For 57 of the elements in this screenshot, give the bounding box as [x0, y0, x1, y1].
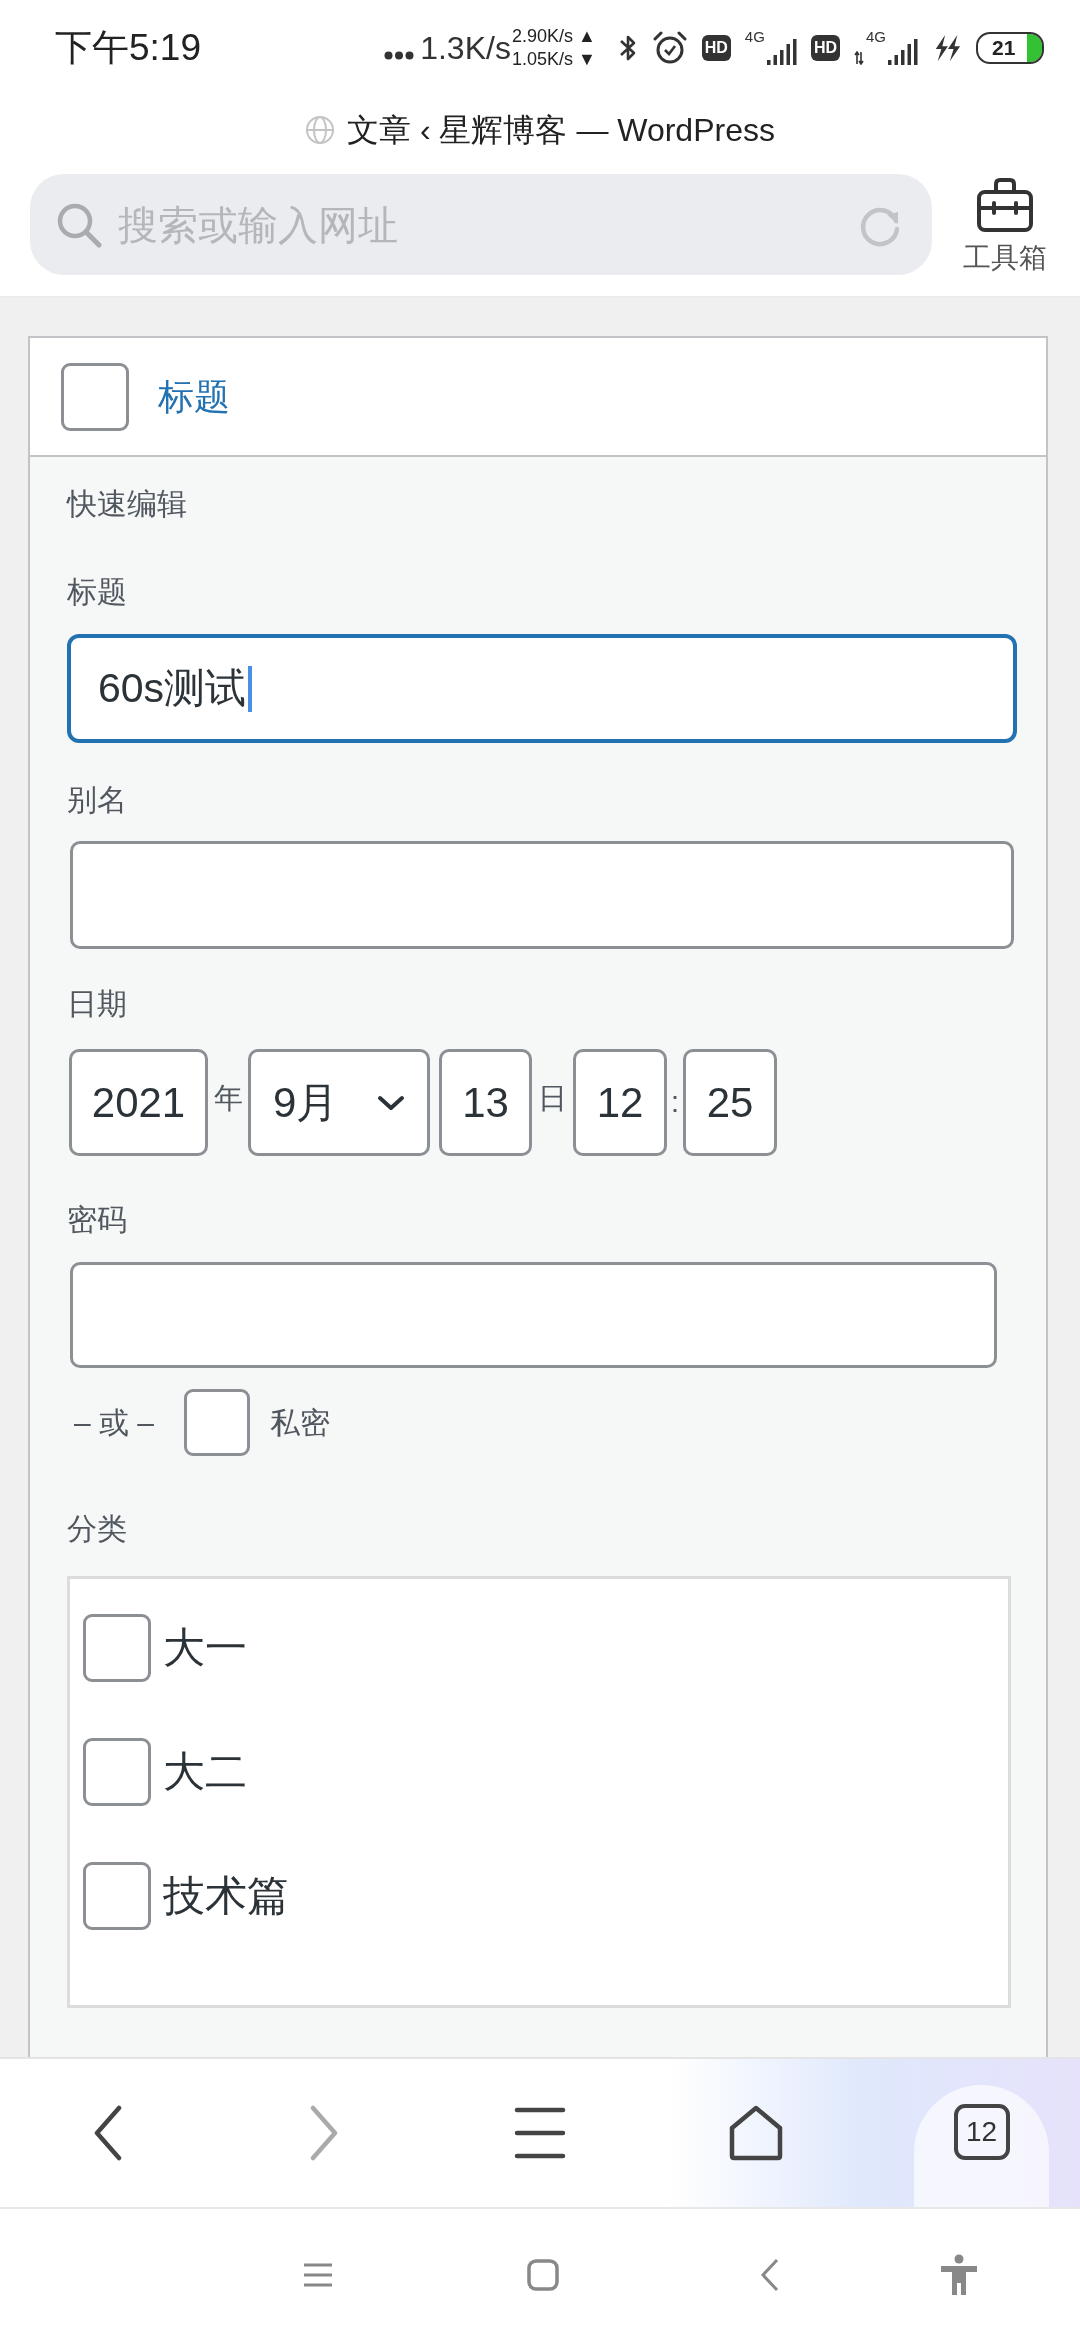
forward-chevron-icon [308, 2105, 340, 2161]
hd-badge: HD [810, 34, 840, 61]
tabs-button[interactable]: 12 [914, 2085, 1049, 2207]
password-input[interactable] [70, 1262, 997, 1368]
checkbox-label: 私密 [270, 1405, 331, 1441]
checkbox[interactable] [83, 1613, 151, 1682]
menu-icon[interactable] [302, 2261, 334, 2288]
category-label: 技术篇 [163, 1871, 289, 1921]
toolbox-icon[interactable] [976, 177, 1034, 233]
hour-input[interactable]: 12 [573, 1049, 667, 1156]
month-select[interactable]: 9月 [248, 1049, 430, 1156]
post-title-link[interactable]: 标题 [158, 369, 230, 424]
page-title: 文章 ‹ 星辉博客 — WordPress [347, 111, 775, 150]
download-speed: 1.05K/s ▼ [511, 47, 596, 71]
or-separator: – 或 – [74, 1405, 155, 1441]
network-type: 4G [866, 28, 886, 44]
slug-input[interactable] [70, 841, 1014, 949]
text-cursor-icon [248, 665, 253, 712]
home-square-icon[interactable] [527, 2258, 559, 2291]
search-icon [56, 201, 102, 248]
field-label: 别名 [67, 782, 127, 818]
back-chevron-icon [92, 2105, 124, 2161]
checkbox[interactable] [184, 1389, 251, 1456]
checkbox[interactable] [83, 1861, 151, 1930]
time-separator: : [669, 1085, 681, 1120]
field-label: 密码 [67, 1202, 127, 1238]
day-input[interactable]: 13 [439, 1049, 532, 1156]
upload-speed: 2.90K/s ▲ [511, 24, 596, 48]
clock-time: 下午5:19 [55, 25, 201, 70]
date-unit-label: 年 [212, 1081, 244, 1116]
home-icon [728, 2105, 784, 2161]
date-unit-label: 日 [537, 1081, 568, 1116]
battery-indicator: 21 [976, 31, 1044, 64]
minute-input[interactable]: 25 [683, 1049, 777, 1156]
checkbox[interactable] [83, 1737, 151, 1806]
field-label: 日期 [67, 986, 127, 1022]
tab-count: 12 [953, 2104, 1010, 2160]
globe-icon [305, 115, 336, 145]
field-label: 分类 [67, 1511, 127, 1547]
menu-icon [514, 2106, 566, 2160]
hd-badge: HD [701, 34, 731, 61]
chevron-down-icon [377, 1094, 405, 1111]
signal-bars-icon [888, 38, 918, 65]
network-type: 4G [744, 28, 765, 44]
back-icon[interactable] [760, 2257, 780, 2292]
category-label: 大一 [163, 1623, 247, 1673]
year-input[interactable]: 2021 [69, 1049, 208, 1156]
checkbox[interactable] [61, 362, 129, 431]
toolbox-label: 工具箱 [963, 241, 1047, 275]
alarm-clock-icon [651, 30, 688, 65]
category-label: 大二 [163, 1747, 247, 1797]
more-dots-icon [384, 51, 415, 60]
field-label: 标题 [67, 574, 127, 610]
section-heading: 快速编辑 [67, 486, 187, 522]
accessibility-icon[interactable] [940, 2253, 978, 2296]
title-input[interactable]: 60s测试 [67, 634, 1017, 743]
network-speed: 1.3K/s [420, 28, 511, 68]
